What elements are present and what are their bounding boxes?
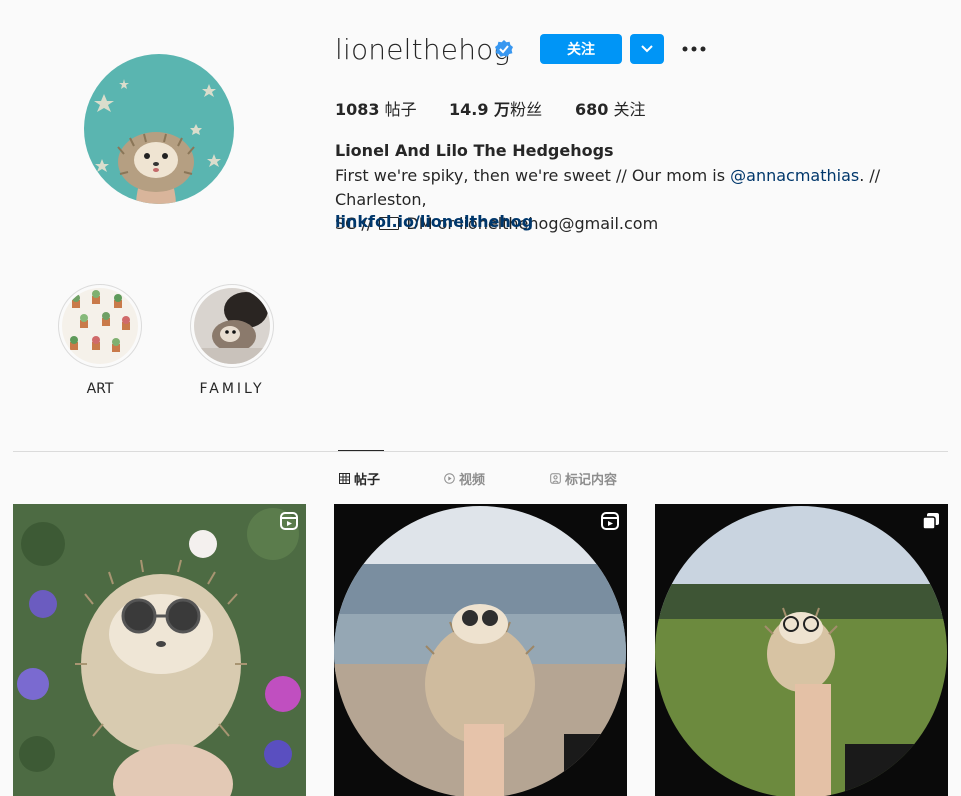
following-stat[interactable]: 680 关注 (575, 96, 646, 120)
play-circle-icon (444, 473, 455, 484)
grid-icon (339, 473, 350, 484)
tab-posts-label: 帖子 (354, 473, 381, 488)
followers-stat[interactable]: 14.9 万粉丝 (449, 96, 542, 120)
carousel-icon (922, 513, 939, 530)
profile-username: lionelthehog (335, 33, 511, 66)
reel-icon (280, 512, 298, 530)
post-tile[interactable] (334, 504, 627, 796)
post-image-hedgehog-park (655, 504, 948, 796)
profile-avatar[interactable] (84, 54, 234, 204)
followers-count: 14.9 万 (449, 100, 511, 119)
bio-display-name: Lionel And Lilo The Hedgehogs (335, 141, 614, 160)
post-tile[interactable] (13, 504, 306, 796)
verified-badge-icon (494, 39, 514, 59)
tag-icon (550, 473, 561, 484)
highlight-family[interactable]: FAMILY (190, 284, 274, 397)
tab-videos-label: 视频 (459, 473, 486, 488)
follow-button[interactable]: 关注 (540, 34, 622, 64)
chevron-down-icon (641, 45, 653, 53)
more-options-button[interactable] (680, 36, 708, 62)
bio-mention-link[interactable]: @annacmathias (730, 166, 859, 185)
following-count: 680 (575, 100, 609, 119)
highlight-ring (190, 284, 274, 368)
tabs-divider (13, 451, 948, 452)
followers-label: 粉丝 (510, 100, 543, 119)
bio-line1-a: First we're spiky, then we're sweet // O… (335, 166, 731, 185)
tab-videos[interactable]: 视频 (444, 469, 485, 488)
active-tab-indicator (338, 450, 384, 451)
tab-posts[interactable]: 帖子 (339, 469, 380, 488)
highlight-ring (58, 284, 142, 368)
post-image-hedgehog-beach (334, 504, 627, 796)
bio-website-link[interactable]: linkfol.io/lionelthehog (335, 212, 533, 231)
post-image-hedgehog-flowers (13, 504, 306, 796)
following-label: 关注 (613, 100, 646, 119)
post-tile[interactable] (655, 504, 948, 796)
posts-count-stat: 1083 帖子 (335, 96, 417, 120)
posts-count: 1083 (335, 100, 380, 119)
suggested-accounts-button[interactable] (630, 34, 664, 64)
highlight-family-cover (194, 288, 270, 364)
more-dots-icon (682, 46, 706, 52)
highlight-label: FAMILY (199, 381, 265, 397)
highlight-art[interactable]: ART (58, 284, 142, 397)
hedgehog-avatar-image (84, 54, 234, 204)
posts-label: 帖子 (384, 100, 417, 119)
highlight-art-cover (62, 288, 138, 364)
tab-tagged-label: 标记内容 (565, 473, 618, 488)
tab-tagged[interactable]: 标记内容 (550, 469, 617, 488)
highlight-label: ART (86, 381, 114, 397)
reel-icon (601, 512, 619, 530)
